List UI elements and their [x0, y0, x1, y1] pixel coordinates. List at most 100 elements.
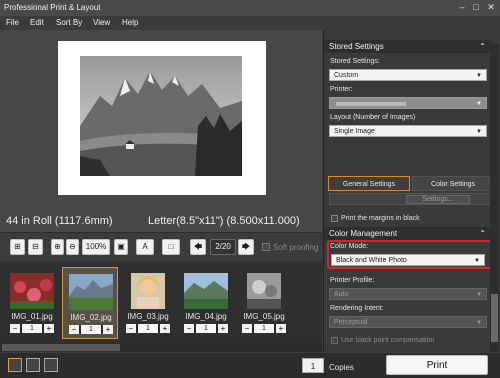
thumbnail-name: IMG_03.jpg — [127, 312, 169, 321]
thumbnail-name: IMG_02.jpg — [70, 313, 112, 322]
thumbnail-image — [69, 274, 113, 310]
print-margins-checkbox[interactable] — [331, 215, 338, 222]
section-title: Color Management — [329, 229, 398, 238]
printer-dropdown[interactable]: ▼ — [329, 97, 487, 109]
next-page-button[interactable]: 🡆 — [238, 239, 254, 255]
thumbnail-item[interactable]: IMG_01.jpg −1 + — [4, 267, 60, 339]
dropdown-value: Auto — [334, 291, 349, 298]
scrollbar-thumb[interactable] — [2, 344, 120, 351]
increment-button[interactable]: + — [44, 324, 54, 333]
settings-button[interactable]: Settings... — [406, 195, 470, 204]
decrement-button[interactable]: − — [10, 324, 20, 333]
dropdown-value: Custom — [334, 72, 359, 79]
dropdown-arrow-icon: ▼ — [476, 292, 482, 298]
thumbnail-image — [10, 273, 54, 309]
copies-label: Copies — [329, 363, 354, 372]
close-icon[interactable]: ✕ — [485, 2, 497, 13]
dropdown-arrow-icon: ▼ — [474, 258, 480, 264]
copies-stepper: −1 + — [10, 324, 54, 333]
tab-color-settings[interactable]: Color Settings — [412, 176, 494, 191]
color-mode-dropdown[interactable]: Black and White Photo ▼ — [331, 254, 485, 266]
copies-stepper: −1 + — [126, 324, 170, 333]
tab-label: General Settings — [342, 181, 396, 188]
copies-value[interactable]: 1 — [22, 324, 42, 333]
roll-info: 44 in Roll (1117.6mm) — [6, 215, 113, 227]
increment-button[interactable]: + — [218, 324, 228, 333]
stored-settings-header[interactable]: Stored Settings ⌃ — [324, 40, 492, 53]
decrement-button[interactable]: − — [242, 324, 252, 333]
status-bar: 1 Copies Print — [0, 352, 500, 378]
rendering-intent-dropdown[interactable]: Perceptual ▼ — [329, 316, 487, 328]
fit-view-button[interactable]: ▣ — [114, 239, 128, 255]
layout-dropdown[interactable]: Single Image ▼ — [329, 125, 487, 137]
remove-image-button[interactable]: ⊟ — [28, 239, 43, 255]
page-setup-button[interactable]: □ — [162, 239, 180, 255]
zoom-select[interactable]: 100% — [82, 239, 110, 255]
decrement-button[interactable]: − — [69, 325, 79, 334]
page-indicator: 2/20 — [210, 239, 236, 255]
copies-value[interactable]: 1 — [81, 325, 101, 334]
view-mode-3-button[interactable] — [44, 358, 58, 372]
copies-stepper: −1 + — [184, 324, 228, 333]
dropdown-arrow-icon: ▼ — [476, 320, 482, 326]
zoom-out-button[interactable]: ⊖ — [66, 239, 79, 255]
bpc-label: Use black point compensation — [341, 337, 435, 344]
prev-page-button[interactable]: 🡄 — [190, 239, 206, 255]
menu-sort-by[interactable]: Sort By — [56, 18, 82, 27]
increment-button[interactable]: + — [160, 324, 170, 333]
color-mode-label: Color Mode: — [330, 243, 369, 250]
minimize-icon[interactable]: – — [456, 2, 468, 13]
copies-value[interactable]: 1 — [254, 324, 274, 333]
stored-settings-dropdown[interactable]: Custom ▼ — [329, 69, 487, 81]
menu-file[interactable]: File — [6, 18, 19, 27]
preview-photo — [80, 56, 242, 176]
page-number: 2/20 — [215, 242, 231, 251]
horizontal-scrollbar[interactable] — [0, 343, 322, 352]
thumbnail-item[interactable]: IMG_03.jpg −1 + — [120, 267, 176, 339]
thumbnail-image — [131, 273, 165, 309]
thumbnail-item[interactable]: IMG_05.jpg −1 + — [236, 267, 292, 339]
increment-button[interactable]: + — [276, 324, 286, 333]
dropdown-arrow-icon: ▼ — [476, 129, 482, 135]
collapse-icon: ⌃ — [479, 229, 486, 238]
menu-bar: File Edit Sort By View Help — [0, 16, 500, 30]
menu-edit[interactable]: Edit — [30, 18, 44, 27]
copies-input[interactable]: 1 — [302, 358, 324, 373]
dropdown-arrow-icon: ▼ — [476, 101, 482, 107]
thumbnail-name: IMG_04.jpg — [185, 312, 227, 321]
settings-row: Settings... — [329, 193, 491, 205]
thumbnail-image — [247, 273, 281, 309]
menu-view[interactable]: View — [93, 18, 110, 27]
add-image-button[interactable]: ⊞ — [10, 239, 25, 255]
menu-help[interactable]: Help — [122, 18, 138, 27]
rendering-intent-label: Rendering Intent: — [330, 305, 384, 312]
decrement-button[interactable]: − — [184, 324, 194, 333]
maximize-icon[interactable]: □ — [470, 2, 482, 13]
decrement-button[interactable]: − — [126, 324, 136, 333]
printer-label: Printer: — [330, 86, 353, 93]
thumbnail-item[interactable]: IMG_04.jpg −1 + — [178, 267, 234, 339]
zoom-value: 100% — [85, 242, 107, 251]
zoom-in-button[interactable]: ⊕ — [51, 239, 64, 255]
thumbnail-name: IMG_01.jpg — [11, 312, 53, 321]
tab-label: Color Settings — [431, 181, 475, 188]
bpc-checkbox[interactable] — [331, 337, 338, 344]
color-management-header[interactable]: Color Management ⌃ — [324, 227, 492, 240]
soft-proofing-checkbox[interactable] — [262, 243, 270, 251]
increment-button[interactable]: + — [103, 325, 113, 334]
printer-profile-dropdown[interactable]: Auto ▼ — [329, 288, 487, 300]
view-mode-1-button[interactable] — [8, 358, 22, 372]
print-button[interactable]: Print — [386, 355, 488, 375]
text-button[interactable]: A — [136, 239, 154, 255]
tab-general-settings[interactable]: General Settings — [328, 176, 410, 191]
view-mode-2-button[interactable] — [26, 358, 40, 372]
preview-toolbar: ⊞ ⊟ ⊕ ⊖ 100% ▣ A □ 🡄 2/20 🡆 Soft proofin… — [0, 232, 322, 261]
thumbnail-name: IMG_05.jpg — [243, 312, 285, 321]
copies-value[interactable]: 1 — [196, 324, 216, 333]
layout-label: Layout (Number of Images) — [330, 114, 416, 121]
paper-info: Letter(8.5"x11") (8.500x11.000) — [148, 215, 300, 227]
thumbnail-item-selected[interactable]: IMG_02.jpg −1 + — [62, 267, 118, 339]
button-label: Settings... — [422, 196, 454, 203]
copies-value[interactable]: 1 — [138, 324, 158, 333]
scrollbar-thumb[interactable] — [491, 294, 498, 342]
